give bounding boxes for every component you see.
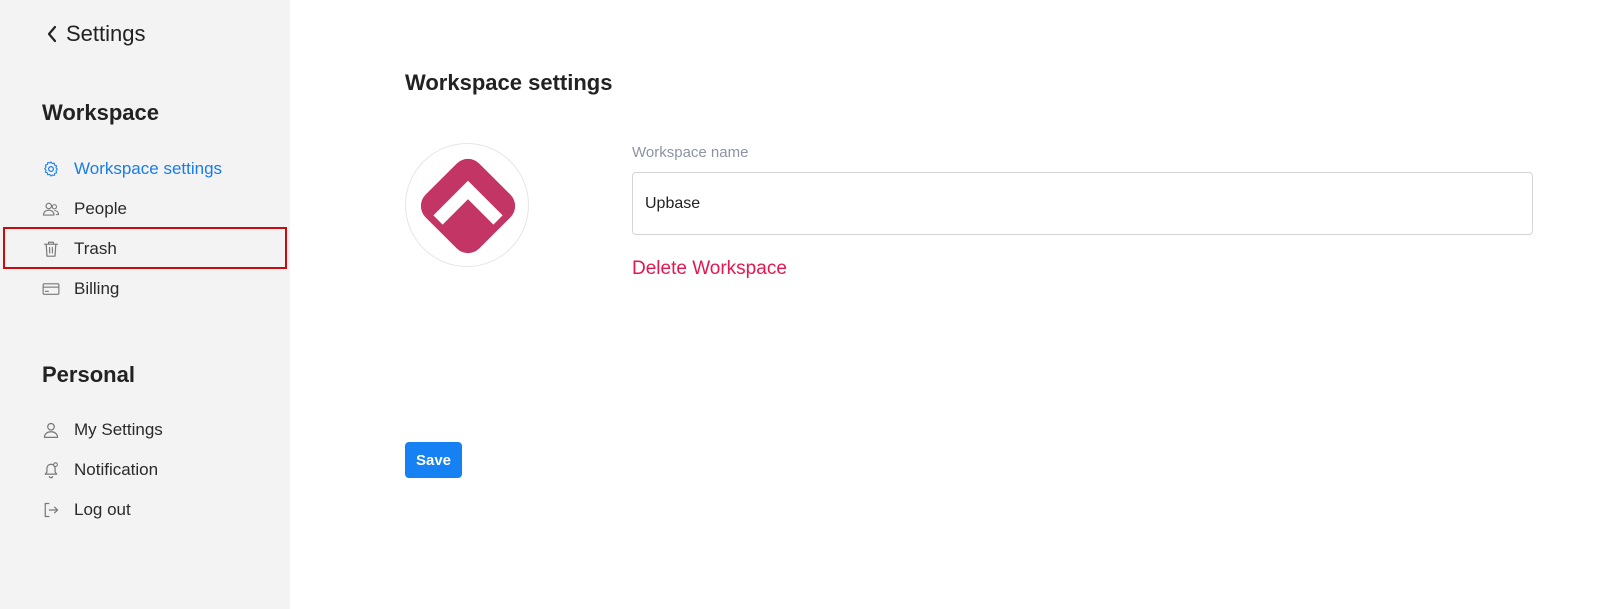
sidebar-item-my-settings[interactable]: My Settings xyxy=(0,410,290,450)
gear-icon xyxy=(42,160,60,178)
sidebar-item-label: Notification xyxy=(74,460,159,479)
personal-section-title: Personal xyxy=(42,362,135,387)
bell-icon xyxy=(42,461,60,479)
sidebar-item-billing[interactable]: Billing xyxy=(0,269,290,309)
workspace-logo[interactable] xyxy=(405,143,529,267)
upbase-logo-icon xyxy=(420,158,516,254)
user-icon xyxy=(42,421,60,439)
sidebar-item-trash[interactable]: Trash xyxy=(0,229,290,269)
page-title: Workspace settings xyxy=(405,70,613,95)
sidebar-item-log-out[interactable]: Log out xyxy=(0,490,290,530)
sidebar-item-label: Billing xyxy=(74,279,120,298)
settings-sidebar: Settings Workspace Workspace settings Pe… xyxy=(0,0,290,609)
back-to-settings-link[interactable]: Settings xyxy=(46,19,146,49)
sidebar-item-label: Log out xyxy=(74,500,131,519)
back-link-label: Settings xyxy=(66,21,146,46)
logout-icon xyxy=(42,501,60,519)
people-icon xyxy=(42,200,60,218)
workspace-name-label: Workspace name xyxy=(632,144,749,161)
workspace-name-input[interactable] xyxy=(632,172,1533,235)
sidebar-item-label: Workspace settings xyxy=(74,159,223,178)
sidebar-item-label: Trash xyxy=(74,239,117,258)
sidebar-item-people[interactable]: People xyxy=(0,189,290,229)
workspace-section-title: Workspace xyxy=(42,100,159,125)
trash-icon xyxy=(42,240,60,258)
chevron-left-icon xyxy=(47,25,57,43)
credit-card-icon xyxy=(42,280,60,298)
save-button[interactable]: Save xyxy=(405,442,462,478)
sidebar-item-label: My Settings xyxy=(74,420,163,439)
delete-workspace-link[interactable]: Delete Workspace xyxy=(632,258,787,280)
sidebar-item-notification[interactable]: Notification xyxy=(0,450,290,490)
sidebar-item-label: People xyxy=(74,199,127,218)
sidebar-item-workspace-settings[interactable]: Workspace settings xyxy=(0,149,290,189)
